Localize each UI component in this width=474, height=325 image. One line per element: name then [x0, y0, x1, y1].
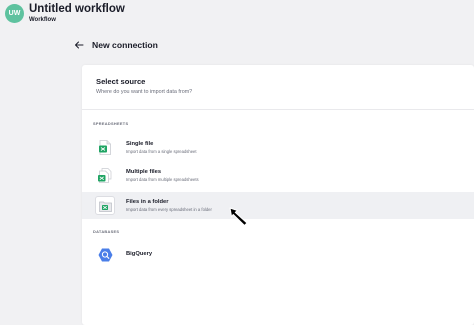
top-bar: UW Untitled workflow Workflow [0, 0, 474, 30]
section-label-spreadsheets: SPREADSHEETS [93, 121, 129, 126]
item-label: Files in a folder [126, 199, 169, 205]
source-item-multiple-files[interactable]: Multiple files Import data from multiple… [82, 162, 474, 189]
item-description: Import data from multiple spreadsheets [126, 177, 199, 182]
item-label: Multiple files [126, 169, 162, 175]
panel-header: Select source Where do you want to impor… [82, 65, 474, 110]
select-source-panel: Select source Where do you want to impor… [82, 65, 474, 325]
arrow-left-icon[interactable] [74, 40, 84, 50]
page-title: New connection [92, 40, 158, 50]
source-item-bigquery[interactable]: BigQuery [82, 241, 474, 268]
mouse-pointer-icon [229, 207, 248, 226]
spreadsheet-file-icon [95, 138, 115, 157]
avatar[interactable]: UW [5, 4, 24, 23]
panel-subtitle: Where do you want to import data from? [96, 89, 193, 95]
item-label: BigQuery [126, 251, 153, 257]
panel-title: Select source [96, 77, 146, 86]
workflow-title[interactable]: Untitled workflow [29, 3, 125, 15]
source-item-single-file[interactable]: Single file Import data from a single sp… [82, 134, 474, 161]
workflow-subtitle: Workflow [29, 17, 56, 23]
bigquery-icon [95, 245, 115, 264]
multiple-spreadsheets-icon [95, 166, 115, 185]
source-item-files-in-folder[interactable]: Files in a folder Import data from every… [82, 192, 474, 219]
item-description: Import data from every spreadsheet in a … [126, 207, 212, 212]
section-label-databases: DATABASES [93, 229, 120, 234]
item-label: Single file [126, 141, 154, 147]
item-description: Import data from a single spreadsheet [126, 149, 197, 154]
folder-spreadsheets-icon [95, 196, 115, 215]
page-header: New connection [74, 38, 158, 52]
